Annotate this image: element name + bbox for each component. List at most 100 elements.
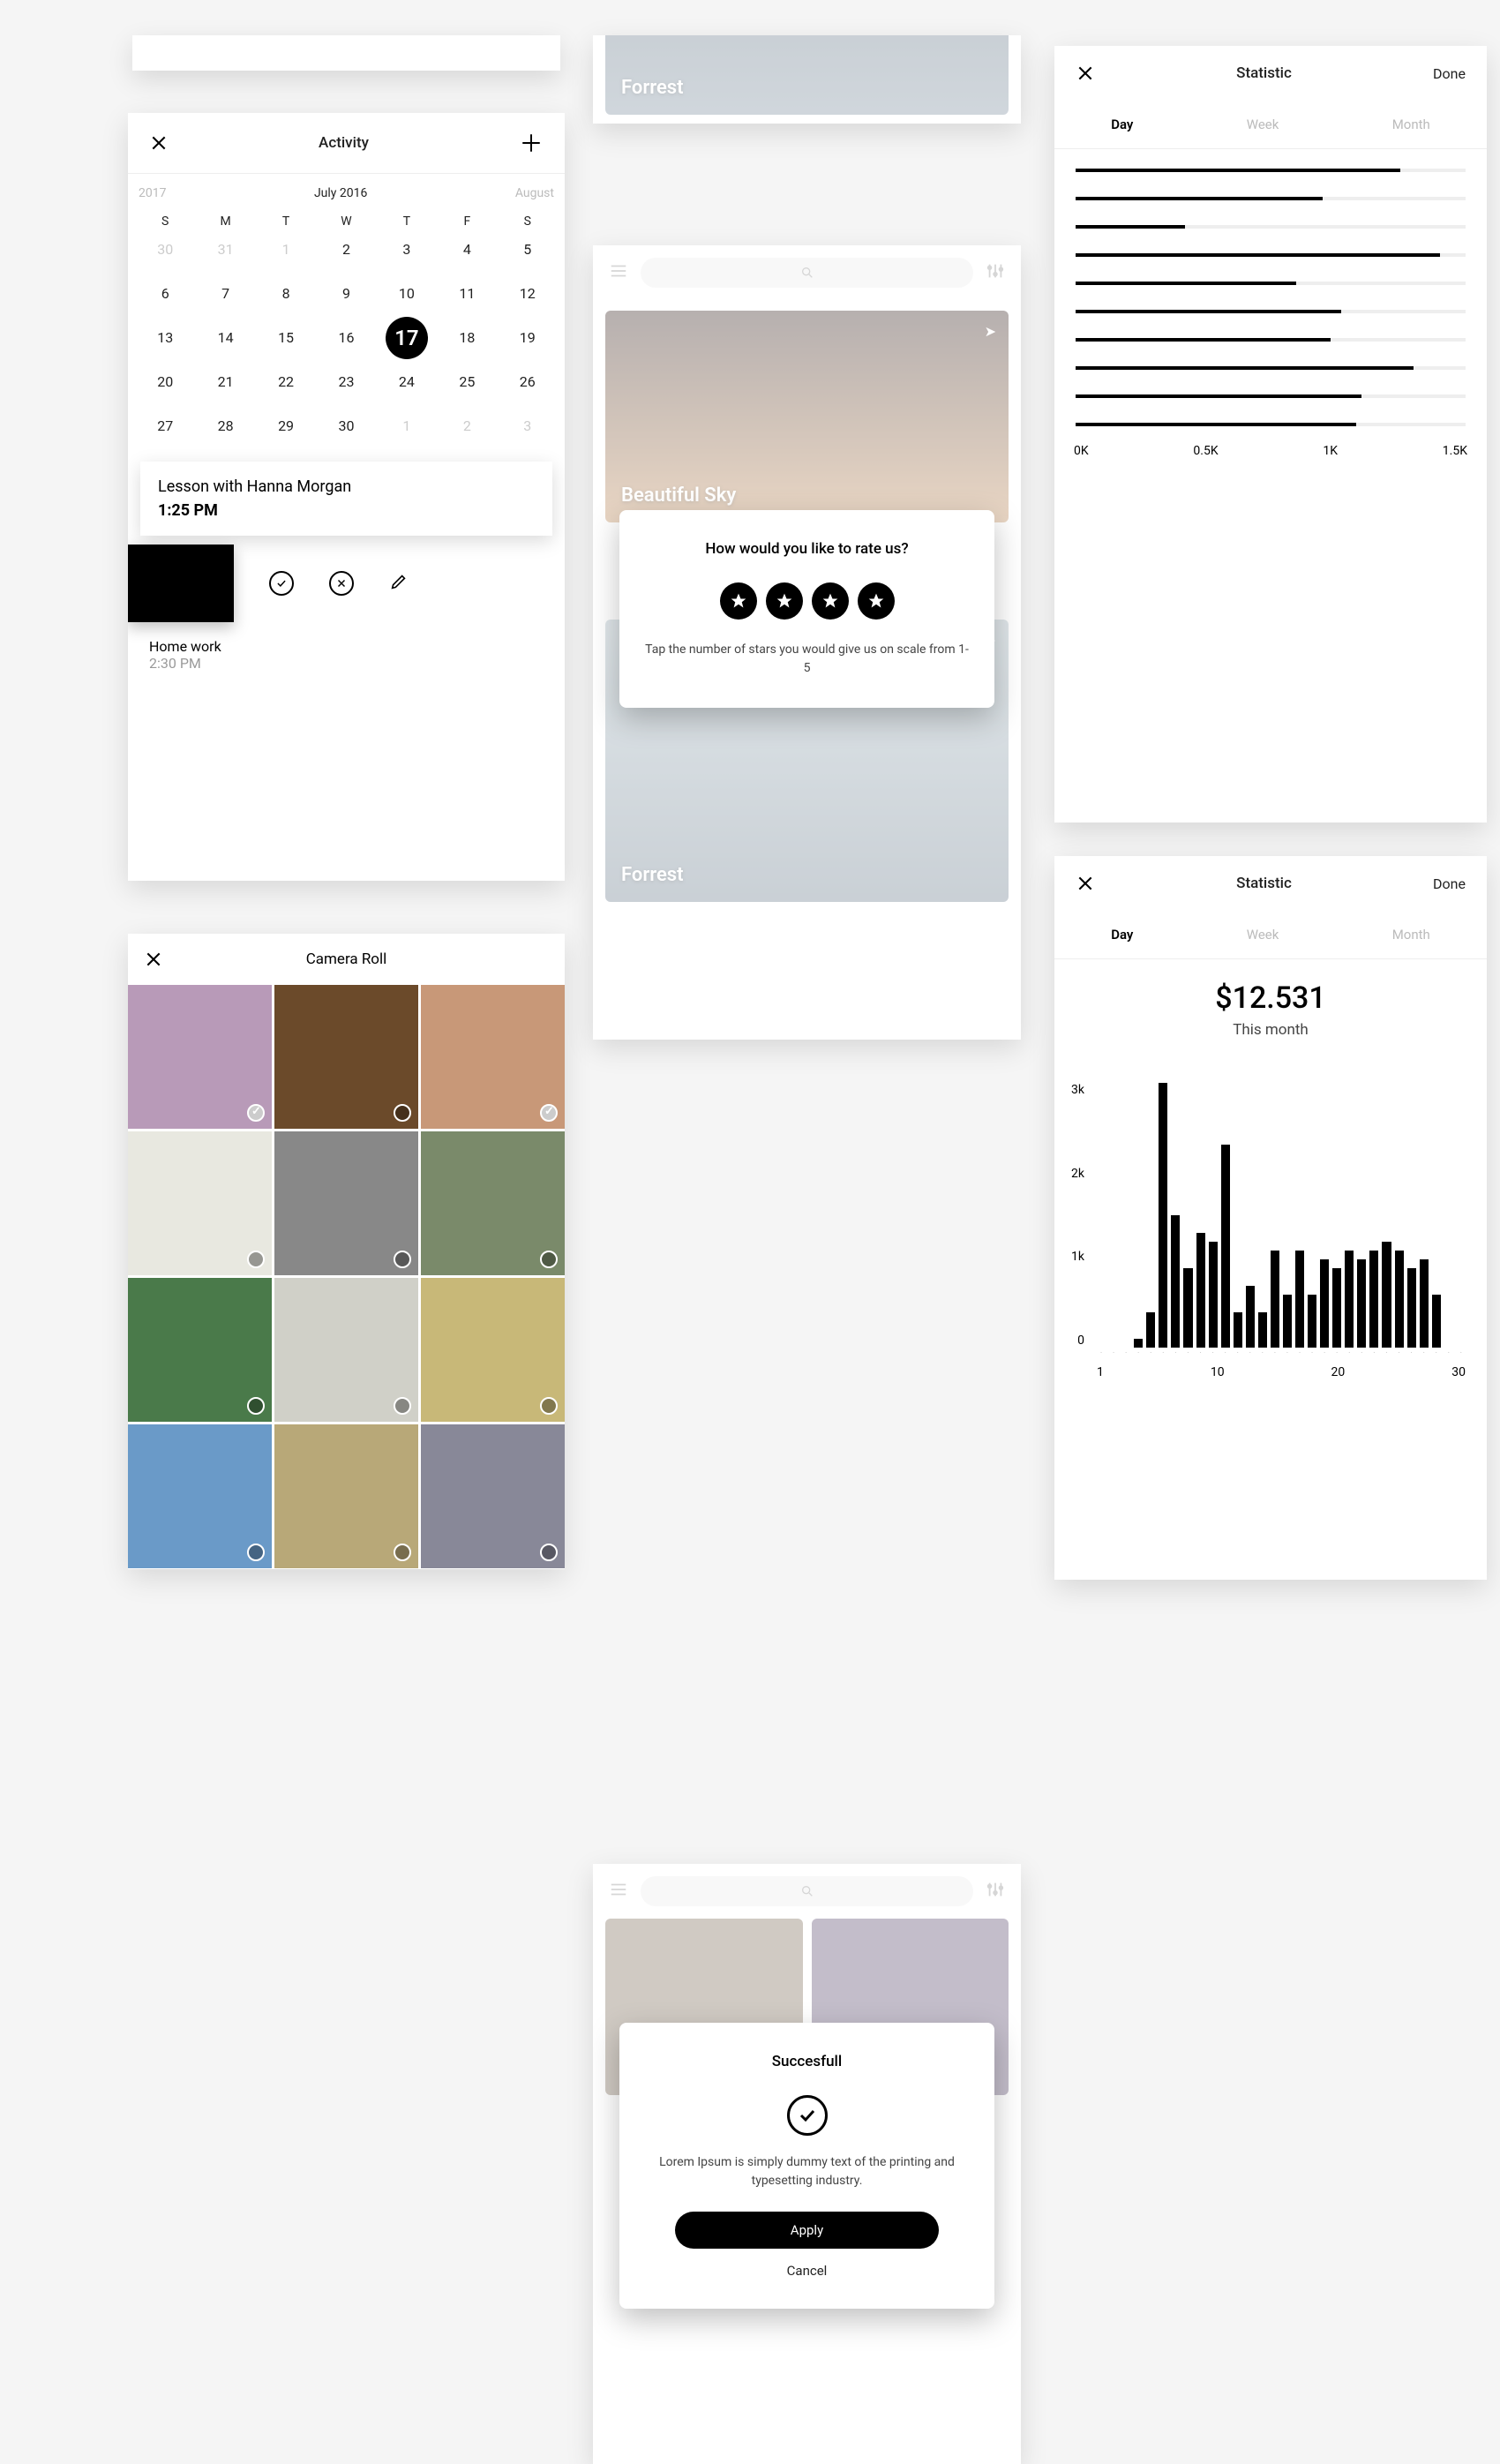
- selection-indicator: [394, 1544, 411, 1561]
- stat-title: Statistic: [1236, 64, 1292, 82]
- selection-indicator: [540, 1104, 558, 1122]
- chart-bar: [1345, 1251, 1354, 1348]
- calendar-day[interactable]: 2: [437, 416, 497, 437]
- calendar-day[interactable]: 6: [135, 283, 195, 304]
- bar-track: [1076, 338, 1466, 342]
- calendar-day[interactable]: 8: [256, 283, 316, 304]
- calendar-day[interactable]: 16: [316, 327, 376, 349]
- photo-thumbnail[interactable]: [421, 1131, 565, 1275]
- tab-day[interactable]: Day: [1111, 116, 1133, 132]
- rating-modal: How would you like to rate us? Tap the n…: [619, 510, 994, 708]
- calendar-day[interactable]: 30: [316, 416, 376, 437]
- add-icon[interactable]: [519, 131, 544, 155]
- calendar-day[interactable]: 25: [437, 372, 497, 393]
- calendar-day[interactable]: 15: [256, 327, 316, 349]
- done-button[interactable]: Done: [1433, 875, 1466, 892]
- close-icon[interactable]: [1076, 64, 1095, 83]
- photo-thumbnail[interactable]: [274, 1131, 418, 1275]
- calendar-day[interactable]: 19: [498, 327, 558, 349]
- close-icon[interactable]: [1076, 874, 1095, 893]
- photo-thumbnail[interactable]: [128, 1278, 272, 1422]
- bar-track: [1076, 394, 1466, 398]
- photo-thumbnail[interactable]: [128, 985, 272, 1129]
- calendar-day[interactable]: 21: [195, 372, 255, 393]
- confirm-icon[interactable]: [269, 571, 294, 596]
- success-check-icon: [787, 2095, 828, 2136]
- edit-icon[interactable]: [389, 572, 409, 595]
- calendar-day[interactable]: 11: [437, 283, 497, 304]
- tab-month[interactable]: Month: [1392, 116, 1430, 132]
- amount-label: $12.531: [1054, 980, 1487, 1016]
- calendar-day[interactable]: 1: [377, 416, 437, 437]
- calendar-day[interactable]: 26: [498, 372, 558, 393]
- star-icon[interactable]: [858, 582, 895, 620]
- photo-thumbnail[interactable]: [421, 1424, 565, 1568]
- calendar-day[interactable]: 3: [498, 416, 558, 437]
- calendar-day[interactable]: 31: [195, 239, 255, 260]
- bar-fill: [1076, 338, 1331, 342]
- calendar-day[interactable]: 18: [437, 327, 497, 349]
- calendar-day[interactable]: 12: [498, 283, 558, 304]
- apply-button[interactable]: Apply: [675, 2212, 938, 2249]
- star-icon[interactable]: [766, 582, 803, 620]
- chart-bar: [1382, 1242, 1391, 1348]
- chart-bar: [1320, 1259, 1329, 1348]
- bar-track: [1076, 310, 1466, 313]
- star-icon[interactable]: [720, 582, 757, 620]
- calendar-day[interactable]: 22: [256, 372, 316, 393]
- calendar-day[interactable]: 2: [316, 239, 376, 260]
- done-button[interactable]: Done: [1433, 65, 1466, 82]
- next-month-label[interactable]: August: [515, 186, 554, 200]
- tab-month[interactable]: Month: [1392, 927, 1430, 943]
- photo-thumbnail[interactable]: [274, 1278, 418, 1422]
- photo-thumbnail[interactable]: [421, 985, 565, 1129]
- bar-track: [1076, 225, 1466, 229]
- dow-label: S: [135, 214, 195, 229]
- calendar-day[interactable]: 24: [377, 372, 437, 393]
- chart-bar: [1395, 1251, 1404, 1348]
- cancel-button[interactable]: Cancel: [642, 2263, 971, 2279]
- bar-fill: [1076, 310, 1341, 313]
- calendar-day[interactable]: 5: [498, 239, 558, 260]
- tabs: Day Week Month: [1054, 911, 1487, 959]
- close-icon[interactable]: [144, 950, 163, 969]
- calendar-day[interactable]: 3: [377, 239, 437, 260]
- photo-thumbnail[interactable]: [274, 985, 418, 1129]
- calendar-day[interactable]: 20: [135, 372, 195, 393]
- bars-area: [1097, 1083, 1466, 1348]
- calendar-day[interactable]: 13: [135, 327, 195, 349]
- color-swatch[interactable]: [128, 545, 234, 622]
- chart-bar: [1420, 1259, 1429, 1348]
- card-sliver: [132, 35, 560, 71]
- photo-thumbnail[interactable]: [421, 1278, 565, 1422]
- calendar-day[interactable]: 10: [377, 283, 437, 304]
- calendar-day[interactable]: 27: [135, 416, 195, 437]
- xaxis-tick: 1: [1097, 1365, 1104, 1379]
- photo-thumbnail[interactable]: [128, 1424, 272, 1568]
- chart-bar: [1146, 1312, 1155, 1348]
- star-icon[interactable]: [812, 582, 849, 620]
- calendar-day[interactable]: 28: [195, 416, 255, 437]
- event-card[interactable]: Home work 2:30 PM: [128, 622, 565, 687]
- calendar-day[interactable]: 9: [316, 283, 376, 304]
- chart-bar: [1183, 1268, 1192, 1348]
- photo-thumbnail[interactable]: [128, 1131, 272, 1275]
- calendar-day[interactable]: 7: [195, 283, 255, 304]
- tab-week[interactable]: Week: [1247, 927, 1279, 943]
- calendar-day[interactable]: 4: [437, 239, 497, 260]
- dismiss-icon[interactable]: [329, 571, 354, 596]
- tab-day[interactable]: Day: [1111, 927, 1133, 943]
- calendar-day[interactable]: 23: [316, 372, 376, 393]
- tab-week[interactable]: Week: [1247, 116, 1279, 132]
- prev-year-label[interactable]: 2017: [139, 186, 166, 200]
- calendar-grid: 3031123456789101112131415161718192021222…: [128, 239, 565, 453]
- calendar-day[interactable]: 17: [377, 327, 437, 349]
- calendar-day[interactable]: 1: [256, 239, 316, 260]
- close-icon[interactable]: [149, 133, 169, 153]
- calendar-day[interactable]: 29: [256, 416, 316, 437]
- calendar-day[interactable]: 30: [135, 239, 195, 260]
- event-card[interactable]: Lesson with Hanna Morgan 1:25 PM: [140, 462, 552, 536]
- calendar-day[interactable]: 14: [195, 327, 255, 349]
- photo-thumbnail[interactable]: [274, 1424, 418, 1568]
- star-row: [642, 582, 971, 620]
